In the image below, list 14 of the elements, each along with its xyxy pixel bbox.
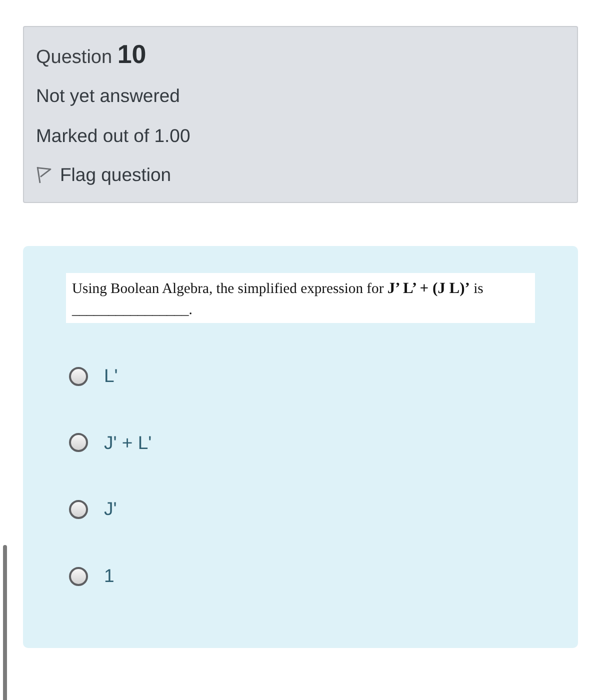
flag-question-button[interactable]: Flag question bbox=[36, 166, 172, 184]
question-label: Question bbox=[36, 47, 112, 68]
answer-status: Not yet answered bbox=[36, 87, 181, 106]
radio-button[interactable] bbox=[69, 366, 88, 386]
option-label[interactable]: L' bbox=[104, 367, 118, 386]
option-label[interactable]: 1 bbox=[104, 566, 114, 586]
question-text: Using Boolean Algebra, the simplified expression for J’ L’ + (J L)’ is ________________. bbox=[66, 273, 535, 324]
marks-text: Marked out of 1.00 bbox=[36, 126, 192, 145]
option-label[interactable]: J' + L' bbox=[104, 434, 152, 452]
radio-button[interactable] bbox=[69, 433, 88, 452]
radio-button[interactable] bbox=[69, 500, 88, 519]
option-label[interactable]: J' bbox=[104, 500, 117, 519]
question-number: 10 bbox=[117, 39, 146, 69]
radio-button[interactable] bbox=[69, 566, 88, 586]
